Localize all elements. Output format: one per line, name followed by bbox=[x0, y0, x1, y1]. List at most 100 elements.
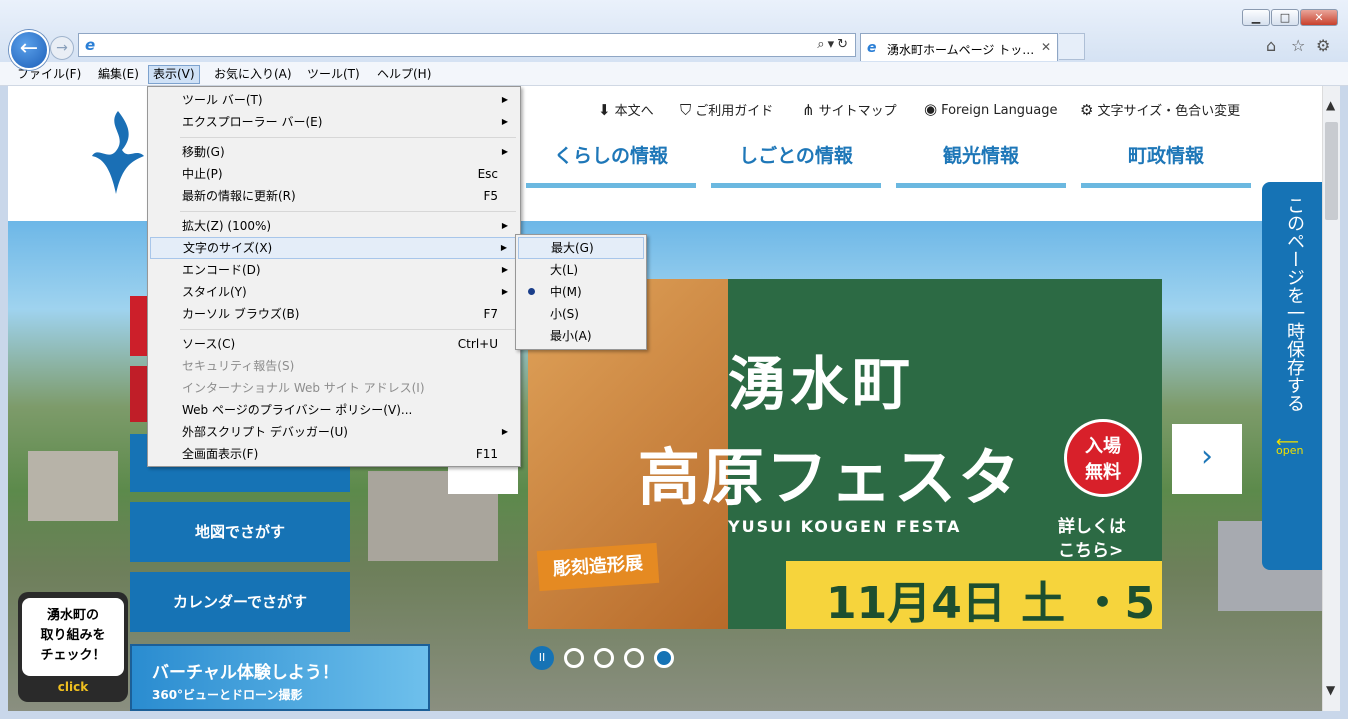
menu-bar: ファイル(F) 編集(E) 表示(V) お気に入り(A) ツール(T) ヘルプ(… bbox=[0, 62, 1348, 86]
util-label: Foreign Language bbox=[941, 103, 1058, 118]
house-image bbox=[28, 451, 118, 521]
menu-item-script-debugger[interactable]: 外部スクリプト デバッガー(U) ▶ bbox=[150, 421, 518, 443]
favorites-star-icon[interactable]: ☆ bbox=[1291, 36, 1305, 55]
util-link-guide[interactable]: ⛉ ご利用ガイド bbox=[680, 100, 773, 119]
util-label: 本文へ bbox=[614, 104, 654, 119]
virtual-tour-banner[interactable]: バーチャル体験しよう！ 360°ビューとドローン撮影 bbox=[130, 644, 430, 711]
settings-icon: ⚙ bbox=[1080, 101, 1094, 119]
ie-icon: e bbox=[867, 40, 877, 56]
address-tools[interactable]: ⌕▾↻ bbox=[817, 37, 851, 52]
view-menu-dropdown: ツール バー(T) ▶ エクスプローラー バー(E) ▶ 移動(G) ▶ 中止(P) E… bbox=[147, 86, 521, 467]
tab-current[interactable]: e 湧水町ホームページ トッ… ✕ bbox=[860, 33, 1058, 61]
menu-help[interactable]: ヘルプ(H) bbox=[373, 65, 435, 84]
window-frame bbox=[0, 711, 1348, 719]
event-date: 11月4日 土 ・5日 日 bbox=[826, 578, 1162, 629]
menu-item-caret-browsing[interactable]: カーソル ブラウズ(B) F7 bbox=[150, 303, 518, 325]
arrow-down-icon: ⬇ bbox=[598, 101, 611, 119]
scroll-up-icon[interactable]: ▲ bbox=[1326, 98, 1335, 112]
banner-english: YUSUI KOUGEN FESTA bbox=[728, 517, 962, 536]
scroll-down-icon[interactable]: ▼ bbox=[1326, 683, 1335, 697]
shield-icon: ⛉ bbox=[680, 101, 692, 119]
menu-view[interactable]: 表示(V) bbox=[148, 65, 200, 84]
vertical-scrollbar[interactable]: ▲ ▼ bbox=[1322, 86, 1340, 711]
slider-dot[interactable] bbox=[594, 648, 614, 668]
address-bar[interactable]: e ⌕▾↻ bbox=[78, 33, 856, 57]
vr-title: バーチャル体験しよう！ bbox=[152, 663, 339, 683]
slider-next-button[interactable]: › bbox=[1172, 424, 1242, 494]
banner-title-1: 湧水町 bbox=[728, 350, 915, 418]
menu-item-privacy-policy[interactable]: Web ページのプライバシー ポリシー(V)... bbox=[150, 399, 518, 421]
sculpture-tag: 彫刻造形展 bbox=[536, 542, 660, 592]
text-size-largest[interactable]: 最大(G) bbox=[518, 237, 644, 259]
menu-separator bbox=[180, 329, 516, 330]
check-click-label: click bbox=[57, 680, 89, 694]
details-link[interactable]: 詳しくは こちら> bbox=[1058, 515, 1126, 563]
menu-favorites[interactable]: お気に入り(A) bbox=[210, 65, 296, 84]
util-link-sitemap[interactable]: ⋔ サイトマップ bbox=[802, 100, 897, 119]
window-frame bbox=[1340, 86, 1348, 719]
home-icon[interactable]: ⌂ bbox=[1266, 36, 1276, 55]
save-page-side-tab[interactable]: このページを一時保存する ⟵ open bbox=[1262, 182, 1322, 570]
nav-living[interactable]: くらしの情報 bbox=[526, 132, 696, 188]
menu-item-encoding[interactable]: エンコード(D) ▶ bbox=[150, 259, 518, 281]
check-initiatives-widget[interactable]: 湧水町の 取り組みを チェック！ click bbox=[18, 592, 128, 702]
vr-subtitle: 360°ビューとドローン撮影 bbox=[152, 688, 303, 702]
date-strip: 11月4日 土 ・5日 日 bbox=[786, 561, 1162, 629]
text-size-smaller[interactable]: 小(S) bbox=[518, 303, 644, 325]
tab-title: 湧水町ホームページ トッ… bbox=[887, 43, 1035, 57]
forward-button[interactable]: → bbox=[50, 36, 74, 60]
banner-title-2: 高原フェスタ bbox=[638, 441, 1023, 514]
back-button[interactable]: ← bbox=[9, 30, 49, 70]
menu-separator bbox=[180, 211, 516, 212]
menu-item-refresh[interactable]: 最新の情報に更新(R) F5 bbox=[150, 185, 518, 207]
window-frame bbox=[0, 86, 8, 719]
util-link-textsize[interactable]: ⚙ 文字サイズ・色合い変更 bbox=[1080, 100, 1240, 119]
slider-pause-button[interactable]: II bbox=[530, 646, 554, 670]
town-logo bbox=[92, 111, 144, 194]
side-tab-text: このページを一時保存する bbox=[1284, 196, 1305, 412]
util-label: サイトマップ bbox=[818, 104, 897, 119]
new-tab-button[interactable] bbox=[1059, 33, 1085, 60]
text-size-medium[interactable]: 中(M) bbox=[518, 281, 644, 303]
slider-dot[interactable] bbox=[624, 648, 644, 668]
sitemap-icon: ⋔ bbox=[802, 101, 815, 119]
text-size-smallest[interactable]: 最小(A) bbox=[518, 325, 644, 347]
map-search-button[interactable]: 地図でさがす bbox=[130, 502, 350, 562]
menu-item-zoom[interactable]: 拡大(Z) (100%) ▶ bbox=[150, 215, 518, 237]
maximize-button[interactable]: □ bbox=[1271, 9, 1299, 26]
ie-icon: e bbox=[85, 36, 96, 54]
menu-edit[interactable]: 編集(E) bbox=[94, 65, 143, 84]
util-label: 文字サイズ・色合い変更 bbox=[1097, 104, 1241, 119]
scrollbar-thumb[interactable] bbox=[1325, 122, 1338, 220]
check-text: 湧水町の 取り組みを チェック！ bbox=[22, 598, 124, 676]
menu-item-stop[interactable]: 中止(P) Esc bbox=[150, 163, 518, 185]
menu-item-source[interactable]: ソース(C) Ctrl+U bbox=[150, 333, 518, 355]
menu-item-security-report: セキュリティ報告(S) bbox=[182, 359, 295, 373]
menu-item-full-screen[interactable]: 全画面表示(F) F11 bbox=[150, 443, 518, 465]
gear-icon[interactable]: ⚙ bbox=[1316, 36, 1330, 55]
minimize-button[interactable]: ▁ bbox=[1242, 9, 1270, 26]
nav-government[interactable]: 町政情報 bbox=[1081, 132, 1251, 188]
tab-close-icon[interactable]: ✕ bbox=[1041, 40, 1051, 54]
menu-item-text-size[interactable]: 文字のサイズ(X) ▶ bbox=[150, 237, 518, 259]
menu-item-go-to[interactable]: 移動(G) ▶ bbox=[150, 141, 518, 163]
text-size-larger[interactable]: 大(L) bbox=[518, 259, 644, 281]
menu-separator bbox=[180, 137, 516, 138]
calendar-search-button[interactable]: カレンダーでさがす bbox=[130, 572, 350, 632]
selected-radio-icon bbox=[528, 288, 535, 295]
menu-item-toolbars[interactable]: ツール バー(T) ▶ bbox=[150, 89, 518, 111]
nav-work[interactable]: しごとの情報 bbox=[711, 132, 881, 188]
menu-item-intl-address: インターナショナル Web サイト アドレス(I) bbox=[182, 381, 425, 395]
text-size-submenu: 最大(G) 大(L) 中(M) 小(S) 最小(A) bbox=[515, 234, 647, 350]
slider-dot-active[interactable] bbox=[654, 648, 674, 668]
menu-item-explorer-bars[interactable]: エクスプローラー バー(E) ▶ bbox=[150, 111, 518, 133]
nav-tourism[interactable]: 観光情報 bbox=[896, 132, 1066, 188]
util-link-skip[interactable]: ⬇ 本文へ bbox=[598, 100, 654, 119]
menu-item-style[interactable]: スタイル(Y) ▶ bbox=[150, 281, 518, 303]
util-link-foreign[interactable]: ◉ Foreign Language bbox=[924, 100, 1058, 118]
side-tab-open: open bbox=[1276, 444, 1304, 457]
slider-dot[interactable] bbox=[564, 648, 584, 668]
close-button[interactable]: ✕ bbox=[1300, 9, 1338, 26]
globe-icon: ◉ bbox=[924, 100, 938, 118]
menu-tools[interactable]: ツール(T) bbox=[303, 65, 364, 84]
